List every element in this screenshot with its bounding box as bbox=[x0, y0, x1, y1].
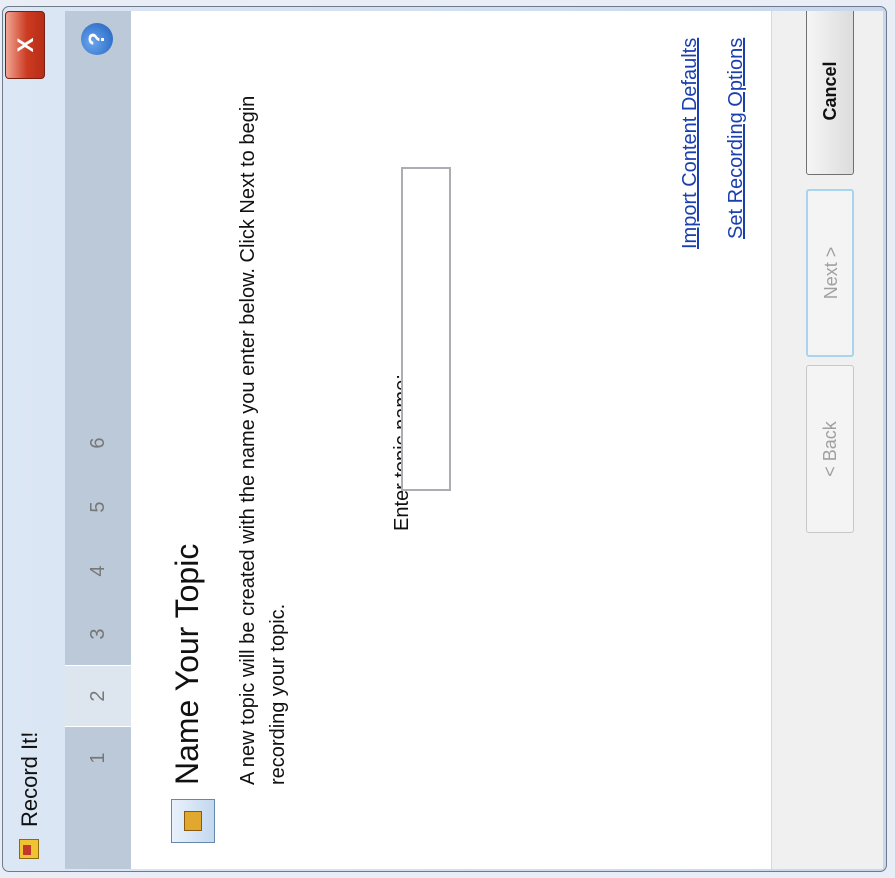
step-5[interactable]: 5 bbox=[65, 475, 131, 539]
wizard-footer: < Back Next > Cancel bbox=[771, 11, 883, 869]
step-3[interactable]: 3 bbox=[65, 603, 131, 665]
record-it-window: Record It! X 1 2 3 4 5 6 ? Name Your Top… bbox=[2, 6, 887, 872]
topic-name-input[interactable] bbox=[401, 167, 451, 491]
step-bar: 1 2 3 4 5 6 ? bbox=[65, 11, 131, 869]
step-4[interactable]: 4 bbox=[65, 539, 131, 603]
topic-wizard-icon bbox=[171, 799, 215, 843]
cancel-button[interactable]: Cancel bbox=[806, 11, 854, 175]
close-icon: X bbox=[13, 37, 38, 53]
record-it-icon bbox=[19, 839, 39, 859]
help-icon: ? bbox=[84, 32, 109, 46]
help-button[interactable]: ? bbox=[81, 23, 113, 55]
wizard-client-area: 1 2 3 4 5 6 ? Name Your Topic A new topi… bbox=[65, 11, 883, 869]
set-recording-options-link[interactable]: Set Recording Options bbox=[725, 38, 748, 239]
rotated-dialog-canvas: Record It! X 1 2 3 4 5 6 ? Name Your Top… bbox=[0, 0, 895, 878]
screen: Record It! X 1 2 3 4 5 6 ? Name Your Top… bbox=[0, 0, 895, 878]
page-description: A new topic will be created with the nam… bbox=[237, 95, 289, 785]
step-1[interactable]: 1 bbox=[65, 727, 131, 789]
page-heading: Name Your Topic bbox=[169, 543, 205, 785]
import-content-defaults-link[interactable]: Import Content Defaults bbox=[679, 38, 702, 249]
step-6[interactable]: 6 bbox=[65, 411, 131, 475]
step-2[interactable]: 2 bbox=[65, 665, 131, 727]
close-button[interactable]: X bbox=[5, 11, 45, 79]
title-bar[interactable]: Record It! X bbox=[3, 7, 65, 871]
back-button[interactable]: < Back bbox=[806, 365, 854, 533]
next-button[interactable]: Next > bbox=[806, 189, 854, 357]
window-title: Record It! bbox=[17, 731, 42, 827]
